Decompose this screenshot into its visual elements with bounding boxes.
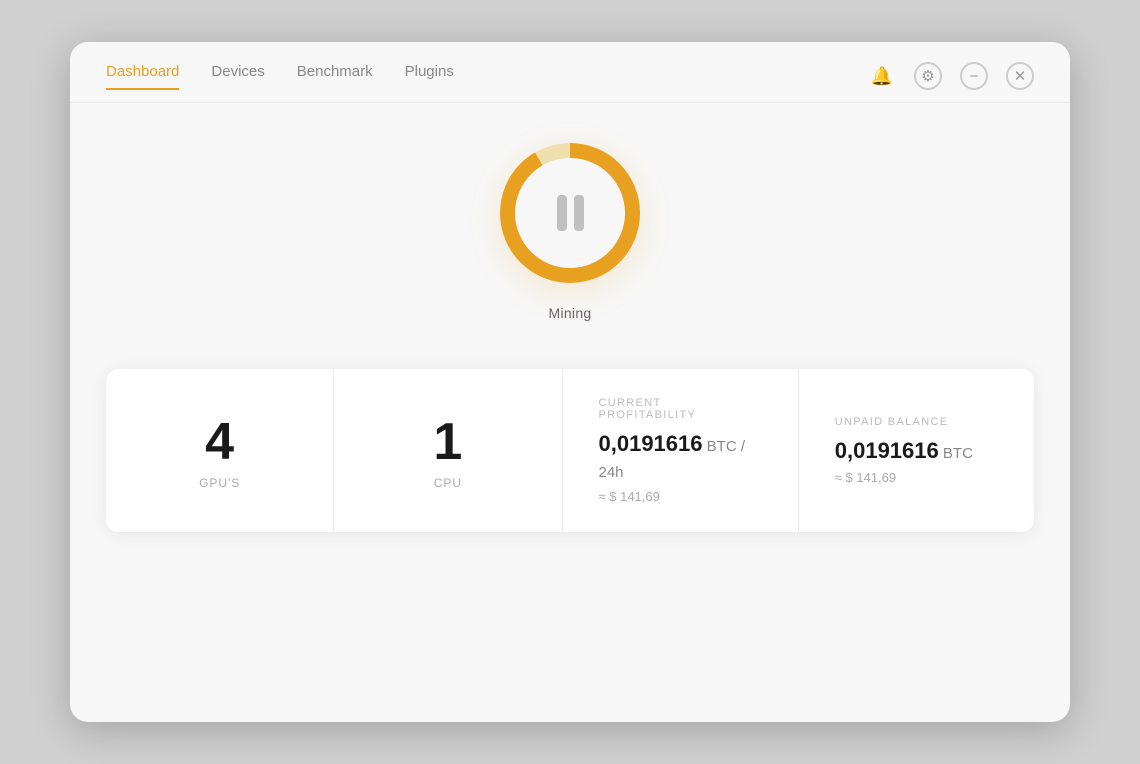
bottom-hint xyxy=(106,532,1034,568)
balance-approx: ≈ $ 141,69 xyxy=(835,470,896,485)
balance-title: UNPAID BALANCE xyxy=(835,416,949,428)
cpu-label: CPU xyxy=(434,476,462,490)
nav-item-dashboard[interactable]: Dashboard xyxy=(106,63,179,90)
balance-unit: BTC xyxy=(939,445,973,462)
minimize-icon[interactable]: − xyxy=(960,62,988,90)
pause-icon xyxy=(557,195,584,231)
profitability-approx: ≈ $ 141,69 xyxy=(599,489,660,504)
top-bar: Dashboard Devices Benchmark Plugins 🔔 ⚙ … xyxy=(70,42,1070,90)
mining-button-inner xyxy=(515,158,625,268)
nav-item-devices[interactable]: Devices xyxy=(211,63,264,90)
profitability-title: CURRENT PROFITABILITY xyxy=(599,397,762,421)
pause-bar-right xyxy=(574,195,584,231)
balance-card: UNPAID BALANCE 0,0191616 BTC ≈ $ 141,69 xyxy=(799,369,1034,532)
balance-value: 0,0191616 BTC xyxy=(835,438,973,464)
gpu-count: 4 xyxy=(205,416,234,468)
gpu-card: 4 GPU'S xyxy=(106,369,334,532)
window-controls: 🔔 ⚙ − ✕ xyxy=(868,62,1034,90)
mining-label: Mining xyxy=(549,305,592,321)
profitability-value: 0,0191616 BTC / 24h xyxy=(599,431,762,483)
close-icon[interactable]: ✕ xyxy=(1006,62,1034,90)
balance-number: 0,0191616 xyxy=(835,438,939,463)
mining-section: Mining xyxy=(500,143,640,321)
main-content: Mining 4 GPU'S 1 CPU CURRENT PROFITABILI… xyxy=(70,103,1070,722)
mining-button[interactable] xyxy=(500,143,640,283)
bell-icon[interactable]: 🔔 xyxy=(868,62,896,90)
nav-item-benchmark[interactable]: Benchmark xyxy=(297,63,373,90)
cpu-card: 1 CPU xyxy=(334,369,562,532)
profitability-number: 0,0191616 xyxy=(599,431,703,456)
cpu-count: 1 xyxy=(433,416,462,468)
profitability-card: CURRENT PROFITABILITY 0,0191616 BTC / 24… xyxy=(563,369,799,532)
pause-bar-left xyxy=(557,195,567,231)
settings-icon[interactable]: ⚙ xyxy=(914,62,942,90)
nav-item-plugins[interactable]: Plugins xyxy=(405,63,454,90)
nav: Dashboard Devices Benchmark Plugins xyxy=(106,63,454,90)
gpu-label: GPU'S xyxy=(199,476,240,490)
app-window: Dashboard Devices Benchmark Plugins 🔔 ⚙ … xyxy=(70,42,1070,722)
stats-row: 4 GPU'S 1 CPU CURRENT PROFITABILITY 0,01… xyxy=(106,369,1034,532)
